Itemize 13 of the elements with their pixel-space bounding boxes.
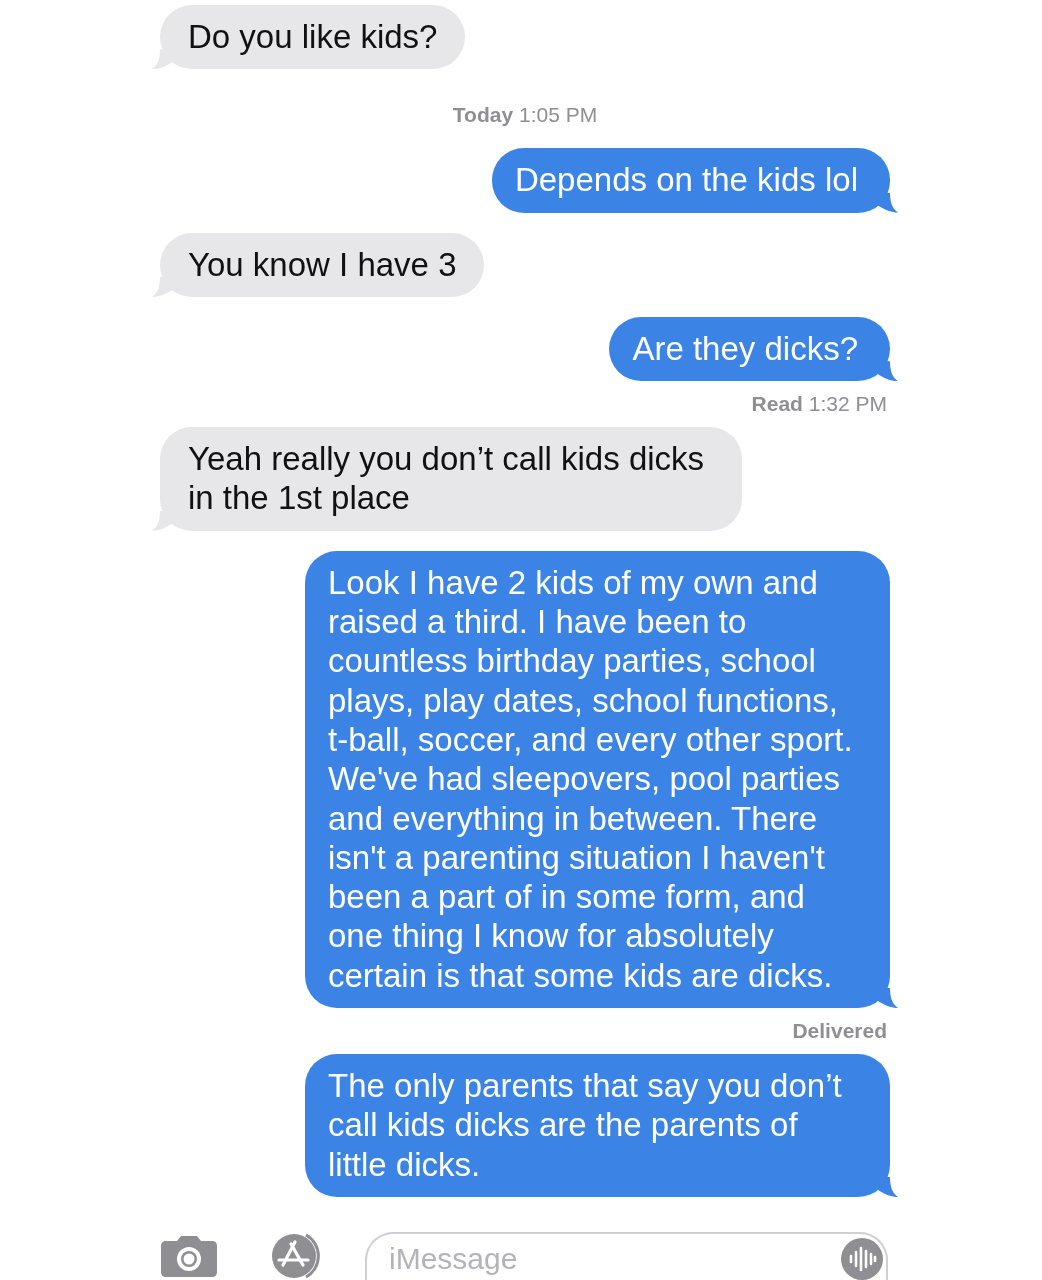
timestamp-label: Today 1:05 PM <box>452 102 598 129</box>
receipt-label: Read 1:32 PM <box>751 391 887 418</box>
message-bubble: Do you like kids? <box>152 5 466 70</box>
receipt-label: Delivered <box>792 1018 887 1045</box>
message-bubble: Yeah really you don’t call kids dicks in the 1st place <box>152 427 742 531</box>
waveform-icon[interactable] <box>841 1238 883 1280</box>
message-bubble: Are they dicks? <box>609 316 898 382</box>
message-input-field[interactable]: iMessage <box>365 1232 888 1280</box>
camera-icon[interactable] <box>160 1235 218 1277</box>
message-bubble: You know I have 3 <box>152 232 485 297</box>
message-bubble: Depends on the kids lol <box>491 148 898 213</box>
message-bubble: Look I have 2 kids of my own and raised a third. I have been to countless birthday parties, school plays, play dates, school functions, t-ball, soccer, and every other sport. We've had sleepovers, pool parties and everything in between. There isn't a parenting situation I haven't been a part of in some form, and one thing I know for absolutely certain is that some kids are dicks. <box>305 550 898 1009</box>
message-bubble: The only parents that say you don’t call kids dicks are the parents of little dicks. <box>305 1054 898 1197</box>
